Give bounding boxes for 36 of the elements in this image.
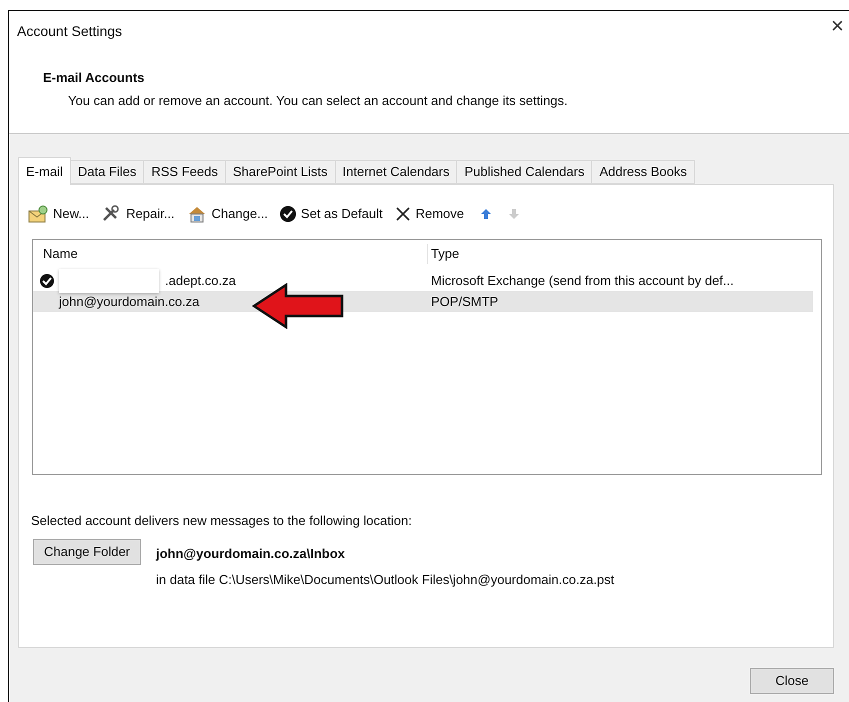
folder-path: john@yourdomain.co.za\Inbox	[156, 544, 346, 563]
repair-button[interactable]: Repair...	[100, 203, 176, 225]
change-button[interactable]: Change...	[186, 203, 269, 225]
tab[interactable]: Data Files	[70, 160, 144, 184]
down-arrow-icon	[508, 208, 520, 220]
tab[interactable]: RSS Feeds	[144, 160, 226, 184]
tab[interactable]: Published Calendars	[457, 160, 592, 184]
account-row[interactable]: .adept.co.za Microsoft Exchange (send from this account by def...	[33, 270, 813, 291]
envelope-icon	[28, 205, 48, 223]
section-description: You can add or remove an account. You can select an account and change its settings.	[68, 92, 568, 110]
change-folder-button[interactable]: Change Folder	[33, 538, 141, 564]
delivery-label: Selected account delivers new messages to the following location:	[31, 512, 413, 530]
close-button[interactable]: Close	[750, 668, 834, 694]
house-settings-icon	[186, 205, 207, 223]
new-button[interactable]: New...	[27, 203, 90, 225]
tab[interactable]: Address Books	[592, 160, 695, 184]
up-arrow-icon	[480, 208, 492, 220]
account-type: Microsoft Exchange (send from this account by def...	[430, 272, 734, 290]
column-header: Name	[33, 244, 428, 264]
default-button[interactable]: Set as Default	[278, 203, 384, 225]
close-button[interactable]: ×	[827, 15, 848, 37]
remove-button[interactable]: Remove	[394, 203, 465, 225]
section-title: E-mail Accounts	[43, 69, 144, 87]
account-name: .adept.co.za	[165, 272, 236, 290]
account-row[interactable]: john@yourdomain.co.za POP/SMTP	[33, 291, 813, 312]
x-icon	[394, 206, 411, 222]
account-name: john@yourdomain.co.za	[59, 292, 200, 311]
tools-icon	[101, 205, 122, 223]
tab[interactable]: SharePoint Lists	[226, 160, 336, 184]
tab[interactable]: Internet Calendars	[336, 160, 458, 184]
data-file-path: in data file C:\Users\Mike\Documents\Outlook Files\john@yourdomain.co.za.pst	[156, 571, 614, 589]
account-type: POP/SMTP	[430, 292, 498, 311]
check-circle-icon	[280, 206, 296, 222]
window-title: Account Settings	[17, 22, 122, 41]
column-header: Type	[430, 245, 460, 264]
tab[interactable]: E-mail	[18, 157, 71, 185]
